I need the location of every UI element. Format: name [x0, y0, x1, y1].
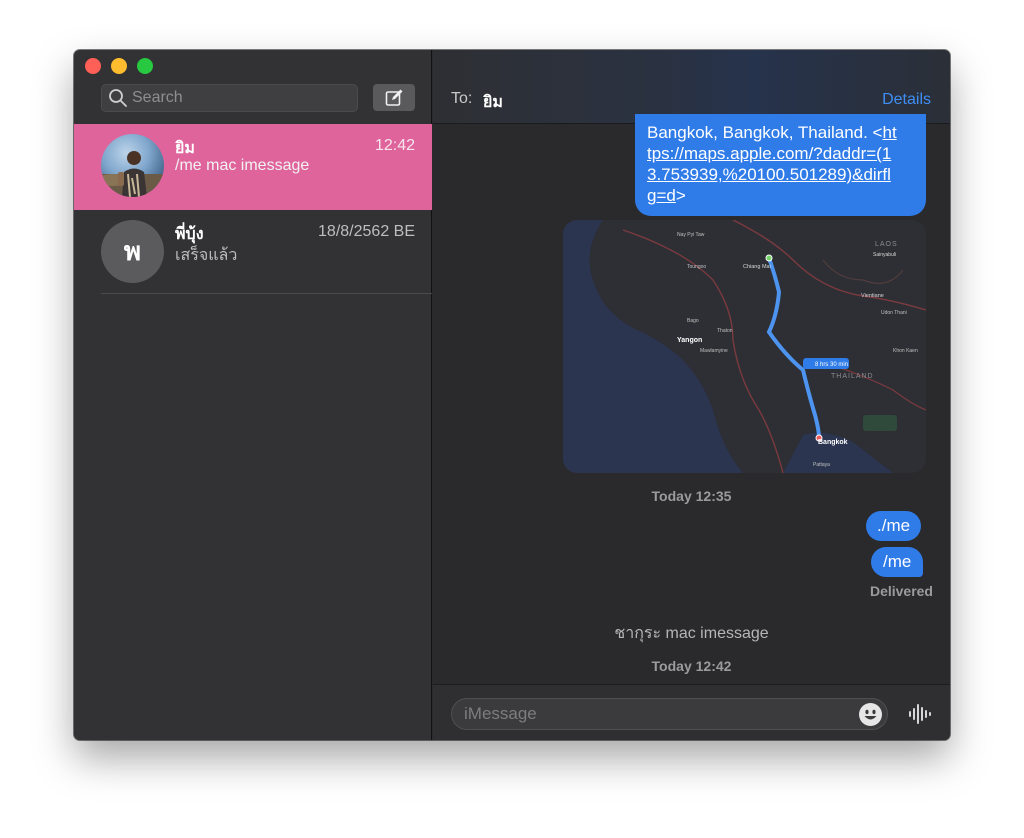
to-label: To:: [451, 90, 473, 107]
delivered-status: Delivered: [869, 583, 933, 599]
maps-link-part[interactable]: 3.753939,%20100.501289)&dirfl: [647, 165, 891, 184]
maximize-window-button[interactable]: [137, 58, 153, 74]
minimize-window-button[interactable]: [111, 58, 127, 74]
close-window-button[interactable]: [85, 58, 101, 74]
compose-icon: [385, 89, 403, 106]
map-label: Pattaya: [813, 462, 830, 468]
route-duration-label: 8 hrs 30 min: [815, 362, 848, 368]
emoji-icon[interactable]: [858, 702, 883, 727]
timestamp: Today 12:35: [651, 488, 732, 504]
compose-button[interactable]: [373, 84, 415, 111]
map-label: Bago: [687, 318, 699, 324]
map-label: Thaton: [717, 328, 733, 334]
map-label: THAILAND: [831, 373, 874, 380]
status-message: ชากุระ mac imessage: [614, 625, 769, 642]
map-label: Yangon: [677, 337, 702, 344]
location-text: Bangkok, Bangkok, Thailand. <: [647, 123, 883, 142]
maps-link-part[interactable]: ht: [883, 123, 897, 142]
conversation-time: 12:42: [374, 137, 415, 154]
map-label: Nay Pyi Taw: [677, 232, 705, 238]
avatar-initial: พ: [123, 236, 142, 266]
chat-pane: To: ยิม Details Bangkok, Bangkok, Thaila…: [433, 50, 950, 740]
conversation-preview: เสร็จแล้ว: [175, 247, 238, 264]
map-label: Vientiane: [861, 293, 884, 299]
conversation-item[interactable]: พ พี่บุ้ง 18/8/2562 BE เสร็จแล้ว: [74, 210, 432, 296]
map-label: Khon Kaen: [893, 348, 918, 354]
window-controls: [85, 58, 153, 74]
maps-link-part[interactable]: tps://maps.apple.com/?daddr=(1: [647, 144, 891, 163]
map-label: Udon Thani: [881, 310, 907, 316]
sidebar: ยิม 12:42 /me mac imessage พ พี่บุ้ง 18/…: [74, 50, 432, 740]
message-bubble-location[interactable]: Bangkok, Bangkok, Thailand. <ht tps://ma…: [635, 114, 926, 216]
map-label: Sainyabuli: [873, 252, 896, 258]
list-divider: [101, 293, 432, 294]
message-bubble[interactable]: /me: [871, 547, 924, 577]
avatar-photo-image: [101, 151, 164, 197]
maps-link-part[interactable]: g=d: [647, 186, 676, 205]
avatar: พ: [101, 220, 164, 283]
search-field[interactable]: [101, 84, 358, 112]
map-label: Mawlamyine: [700, 348, 728, 354]
audio-waveform-icon[interactable]: [908, 703, 934, 725]
conversation-time: 18/8/2562 BE: [318, 223, 415, 240]
recipient-name[interactable]: ยิม: [483, 90, 503, 115]
message-bubble[interactable]: ./me: [866, 511, 922, 541]
message-field[interactable]: [451, 698, 888, 730]
timestamp: Today 12:42: [651, 658, 732, 674]
map-label: Toungoo: [687, 264, 706, 270]
details-button[interactable]: Details: [882, 91, 931, 109]
search-icon: [109, 89, 127, 107]
map-label: Chiang Mai: [743, 264, 771, 270]
map-image: 8 hrs 30 min LAOS THAILAND Chiang Mai Ya…: [563, 220, 926, 473]
map-label: LAOS: [875, 241, 898, 248]
location-close: >: [675, 186, 686, 205]
messages-window: ยิม 12:42 /me mac imessage พ พี่บุ้ง 18/…: [74, 50, 950, 740]
avatar: [101, 134, 164, 197]
search-input[interactable]: [132, 89, 352, 107]
chat-header: To: ยิม Details: [433, 50, 950, 124]
message-input[interactable]: [464, 704, 844, 724]
conversation-preview: /me mac imessage: [175, 157, 310, 174]
map-label: Bangkok: [818, 439, 848, 446]
composer-bar: [433, 684, 950, 740]
map-preview[interactable]: 8 hrs 30 min LAOS THAILAND Chiang Mai Ya…: [563, 220, 926, 473]
conversation-item[interactable]: ยิม 12:42 /me mac imessage: [74, 124, 432, 210]
